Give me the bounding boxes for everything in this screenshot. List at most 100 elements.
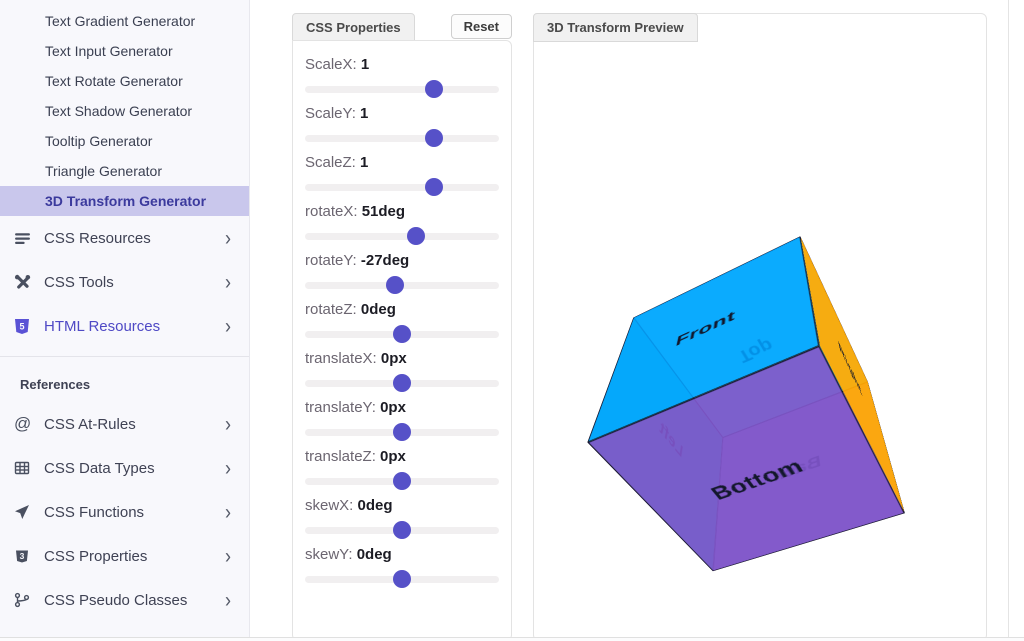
translatez-slider-thumb[interactable] bbox=[393, 472, 411, 490]
app-window: Text Gradient Generator Text Input Gener… bbox=[0, 0, 1024, 641]
scaley-slider-track[interactable] bbox=[305, 135, 499, 142]
slider-label: ScaleY: 1 bbox=[305, 105, 499, 122]
slider-label: translateX: 0px bbox=[305, 350, 499, 367]
scalez-slider-thumb[interactable] bbox=[425, 178, 443, 196]
rotatey-slider-thumb[interactable] bbox=[386, 276, 404, 294]
sidebar-divider bbox=[0, 356, 249, 357]
skewx-slider-thumb[interactable] bbox=[393, 521, 411, 539]
html5-shield-icon: 5 bbox=[14, 318, 40, 335]
slider-label: skewX: 0deg bbox=[305, 497, 499, 514]
slider-row-skewx: skewX: 0deg bbox=[305, 497, 499, 534]
slider-row-scaley: ScaleY: 1 bbox=[305, 105, 499, 142]
preview-tab: 3D Transform Preview bbox=[533, 13, 698, 42]
rotatex-slider-track[interactable] bbox=[305, 233, 499, 240]
page-right-border bbox=[1008, 0, 1009, 638]
sidebar-item-css-data-types[interactable]: CSS Data Types › bbox=[0, 446, 249, 490]
sidebar-item-css-properties[interactable]: 3 CSS Properties › bbox=[0, 534, 249, 578]
svg-text:3: 3 bbox=[20, 551, 25, 561]
sidebar-item-css-at-rules[interactable]: @ CSS At-Rules › bbox=[0, 402, 249, 446]
slider-row-translatey: translateY: 0px bbox=[305, 399, 499, 436]
slider-row-rotatez: rotateZ: 0deg bbox=[305, 301, 499, 338]
sidebar-item-label: CSS Resources bbox=[40, 230, 225, 247]
chevron-right-icon: › bbox=[225, 589, 231, 611]
sidebar-item-css-pseudo-classes[interactable]: CSS Pseudo Classes › bbox=[0, 578, 249, 622]
page-bottom-border bbox=[0, 637, 1024, 641]
transform-cube: Front Back Top Bottom Left Right bbox=[658, 316, 868, 514]
sidebar-item-label: HTML Resources bbox=[40, 318, 225, 335]
sidebar-item-text-gradient-generator[interactable]: Text Gradient Generator bbox=[0, 6, 249, 36]
slider-label: translateY: 0px bbox=[305, 399, 499, 416]
table-icon bbox=[14, 460, 40, 476]
sidebar-item-text-input-generator[interactable]: Text Input Generator bbox=[0, 36, 249, 66]
rotatez-slider-track[interactable] bbox=[305, 331, 499, 338]
css-properties-card: CSS Properties Reset ScaleX: 1 ScaleY: 1… bbox=[292, 13, 512, 641]
reset-button[interactable]: Reset bbox=[451, 14, 512, 39]
slider-row-scalez: ScaleZ: 1 bbox=[305, 154, 499, 191]
sidebar-item-html-resources[interactable]: 5 HTML Resources › bbox=[0, 304, 249, 348]
skewy-slider-thumb[interactable] bbox=[393, 570, 411, 588]
preview-card: 3D Transform Preview Front Back Top Bott… bbox=[533, 13, 987, 641]
sidebar-item-3d-transform-generator[interactable]: 3D Transform Generator bbox=[0, 186, 249, 216]
slider-row-translatez: translateZ: 0px bbox=[305, 448, 499, 485]
slider-row-skewy: skewY: 0deg bbox=[305, 546, 499, 583]
scaley-slider-thumb[interactable] bbox=[425, 129, 443, 147]
slider-row-rotatey: rotateY: -27deg bbox=[305, 252, 499, 289]
rotatey-slider-track[interactable] bbox=[305, 282, 499, 289]
sidebar-item-triangle-generator[interactable]: Triangle Generator bbox=[0, 156, 249, 186]
chevron-right-icon: › bbox=[225, 315, 231, 337]
slider-row-translatex: translateX: 0px bbox=[305, 350, 499, 387]
sidebar: Text Gradient Generator Text Input Gener… bbox=[0, 0, 250, 637]
slider-row-rotatex: rotateX: 51deg bbox=[305, 203, 499, 240]
chevron-right-icon: › bbox=[225, 545, 231, 567]
scalex-slider-track[interactable] bbox=[305, 86, 499, 93]
slider-label: ScaleZ: 1 bbox=[305, 154, 499, 171]
sidebar-item-text-shadow-generator[interactable]: Text Shadow Generator bbox=[0, 96, 249, 126]
chevron-right-icon: › bbox=[225, 457, 231, 479]
sliders-panel: ScaleX: 1 ScaleY: 1 ScaleZ: 1 rotateX: 5… bbox=[292, 40, 512, 641]
css3-shield-icon: 3 bbox=[14, 548, 40, 564]
paper-plane-icon bbox=[14, 504, 40, 520]
slider-row-scalex: ScaleX: 1 bbox=[305, 56, 499, 93]
translatex-slider-track[interactable] bbox=[305, 380, 499, 387]
svg-text:5: 5 bbox=[19, 321, 24, 331]
rotatez-slider-thumb[interactable] bbox=[393, 325, 411, 343]
sidebar-item-tooltip-generator[interactable]: Tooltip Generator bbox=[0, 126, 249, 156]
translatey-slider-track[interactable] bbox=[305, 429, 499, 436]
slider-label: translateZ: 0px bbox=[305, 448, 499, 465]
chevron-right-icon: › bbox=[225, 227, 231, 249]
translatex-slider-thumb[interactable] bbox=[393, 374, 411, 392]
slider-label: rotateX: 51deg bbox=[305, 203, 499, 220]
translatey-slider-thumb[interactable] bbox=[393, 423, 411, 441]
slider-label: rotateZ: 0deg bbox=[305, 301, 499, 318]
sidebar-item-label: CSS Functions bbox=[40, 504, 225, 521]
tools-icon bbox=[14, 274, 40, 291]
references-heading: References bbox=[0, 369, 249, 402]
slider-label: skewY: 0deg bbox=[305, 546, 499, 563]
sidebar-item-label: CSS At-Rules bbox=[40, 416, 225, 433]
sidebar-item-css-functions[interactable]: CSS Functions › bbox=[0, 490, 249, 534]
generator-nav: Text Gradient Generator Text Input Gener… bbox=[0, 0, 249, 216]
rotatex-slider-thumb[interactable] bbox=[407, 227, 425, 245]
scalez-slider-track[interactable] bbox=[305, 184, 499, 191]
skewy-slider-track[interactable] bbox=[305, 576, 499, 583]
at-icon: @ bbox=[14, 414, 40, 434]
sidebar-item-label: CSS Data Types bbox=[40, 460, 225, 477]
sidebar-item-css-resources[interactable]: CSS Resources › bbox=[0, 216, 249, 260]
chevron-right-icon: › bbox=[225, 271, 231, 293]
chevron-right-icon: › bbox=[225, 413, 231, 435]
translatez-slider-track[interactable] bbox=[305, 478, 499, 485]
sidebar-item-text-rotate-generator[interactable]: Text Rotate Generator bbox=[0, 66, 249, 96]
sidebar-item-label: CSS Pseudo Classes bbox=[40, 592, 225, 609]
slider-label: rotateY: -27deg bbox=[305, 252, 499, 269]
preview-panel: 3D Transform Preview Front Back Top Bott… bbox=[533, 13, 987, 641]
sidebar-item-label: CSS Tools bbox=[40, 274, 225, 291]
sidebar-item-label: CSS Properties bbox=[40, 548, 225, 565]
list-icon bbox=[14, 230, 40, 247]
css-properties-tab: CSS Properties bbox=[292, 13, 415, 42]
scalex-slider-thumb[interactable] bbox=[425, 80, 443, 98]
cube-scene: Front Back Top Bottom Left Right bbox=[656, 306, 856, 506]
sidebar-item-css-tools[interactable]: CSS Tools › bbox=[0, 260, 249, 304]
skewx-slider-track[interactable] bbox=[305, 527, 499, 534]
slider-label: ScaleX: 1 bbox=[305, 56, 499, 73]
chevron-right-icon: › bbox=[225, 501, 231, 523]
